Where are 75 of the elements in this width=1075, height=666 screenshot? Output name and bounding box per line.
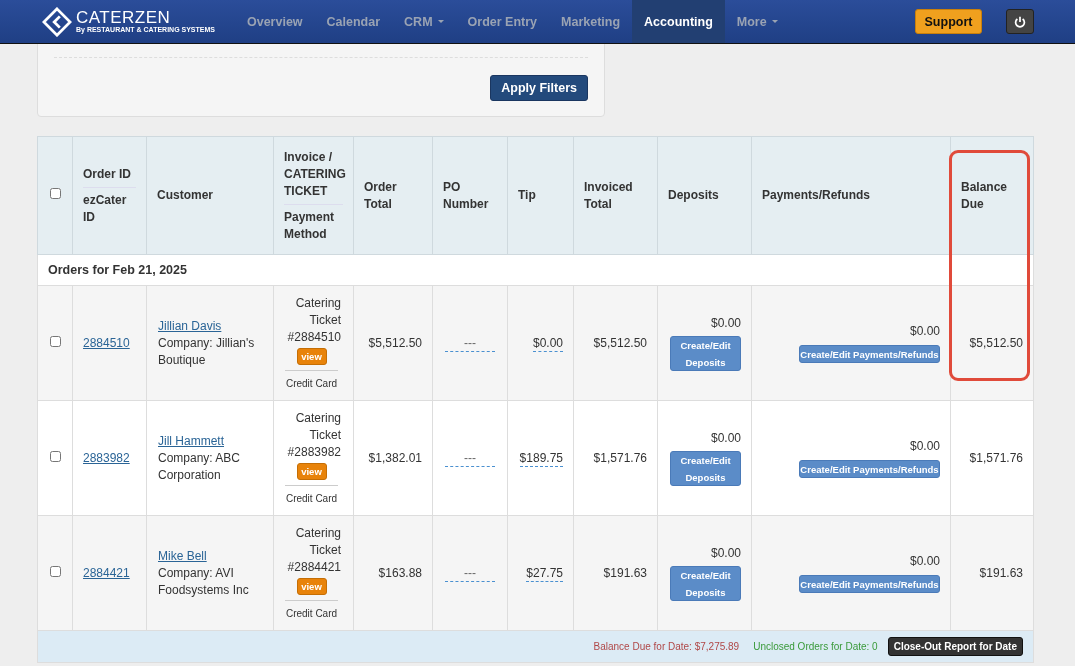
column-header: Order Total [353,136,433,255]
header-label: Order ID [83,165,132,183]
po-number-field[interactable]: --- [445,565,495,582]
power-button[interactable] [1006,9,1034,34]
unclosed-summary: Unclosed Orders for Date: 0 [753,641,878,652]
customer-link[interactable]: Mike Bell [158,548,207,563]
order-total: $5,512.50 [353,285,433,401]
power-icon [1013,14,1027,29]
order-total: $1,382.01 [353,400,433,516]
header-label: Payment Method [284,203,343,247]
column-header: Customer [146,136,274,255]
column-header: Tip [507,136,574,255]
tip-amount[interactable]: $189.75 [519,450,563,467]
po-number-field[interactable]: --- [445,335,495,352]
payments-button[interactable]: Create/Edit Payments/Refunds [799,460,940,478]
payment-method: Credit Card [284,606,339,621]
company-name: Company: ABC Corporation [158,449,242,484]
deposits-amount: $0.00 [709,545,741,562]
close-out-report-button[interactable]: Close-Out Report for Date [887,637,1023,656]
column-header: PO Number [432,136,508,255]
row-checkbox[interactable] [49,450,61,462]
order-id-link[interactable]: 2884421 [83,565,130,580]
header-label: Invoice / CATERING TICKET [284,148,343,200]
column-header: Balance Due [950,136,1034,255]
balance-due: $191.63 [950,515,1034,631]
nav-item[interactable]: Marketing [549,0,633,43]
payments-button[interactable]: Create/Edit Payments/Refunds [799,575,940,593]
column-header: Deposits [657,136,752,255]
tip-amount[interactable]: $0.00 [532,335,563,352]
company-name: Company: AVI Foodsystems Inc [158,564,250,599]
balance-due: $1,571.76 [950,400,1034,516]
invoiced-total: $1,571.76 [573,400,658,516]
invoiced-total: $191.63 [573,515,658,631]
select-all-checkbox[interactable] [49,188,61,199]
customer-link[interactable]: Jill Hammett [158,433,224,448]
balance-summary: Balance Due for Date: $7,275.89 [593,641,740,652]
deposits-amount: $0.00 [709,315,741,332]
order-id-link[interactable]: 2884510 [83,335,130,350]
po-number-field[interactable]: --- [445,450,495,467]
payment-method: Credit Card [284,376,339,391]
diamond-logo-icon [42,6,72,37]
row-checkbox[interactable] [49,335,61,347]
apply-filters-button[interactable]: Apply Filters [490,75,588,101]
deposits-button[interactable]: Create/Edit Deposits [670,336,741,371]
nav-item[interactable]: More [724,0,790,43]
invoiced-total: $5,512.50 [573,285,658,401]
balance-due: $5,512.50 [950,285,1034,401]
customer-link[interactable]: Jillian Davis [158,318,222,333]
payment-method: Credit Card [284,491,339,506]
nav-item[interactable]: Calendar [314,0,393,43]
ticket-label: Catering Ticket #2884421 [286,524,341,576]
row-checkbox[interactable] [49,565,61,577]
nav-item[interactable]: Overview [235,0,315,43]
nav-item[interactable]: CRM [392,0,456,43]
ticket-label: Catering Ticket #2883982 [286,409,341,461]
header-label: ezCater ID [83,186,136,230]
tip-amount[interactable]: $27.75 [526,565,563,582]
nav-item[interactable]: Accounting [632,0,725,43]
company-name: Company: Jillian's Boutique [158,334,256,369]
payments-amount: $0.00 [908,553,940,570]
deposits-button[interactable]: Create/Edit Deposits [670,566,741,601]
column-header: Invoiced Total [573,136,658,255]
deposits-button[interactable]: Create/Edit Deposits [670,451,741,486]
support-button[interactable]: Support [915,9,982,34]
payments-amount: $0.00 [908,438,940,455]
order-total: $163.88 [353,515,433,631]
order-id-link[interactable]: 2883982 [83,450,130,465]
payments-amount: $0.00 [908,323,940,340]
brand-name: CATERZEN [76,9,172,26]
ticket-label: Catering Ticket #2884510 [286,294,341,346]
deposits-amount: $0.00 [709,430,741,447]
group-heading: Orders for Feb 21, 2025 [37,254,1034,286]
payments-button[interactable]: Create/Edit Payments/Refunds [799,345,940,363]
column-header: Payments/Refunds [751,136,951,255]
nav-item[interactable]: Order Entry [455,0,549,43]
